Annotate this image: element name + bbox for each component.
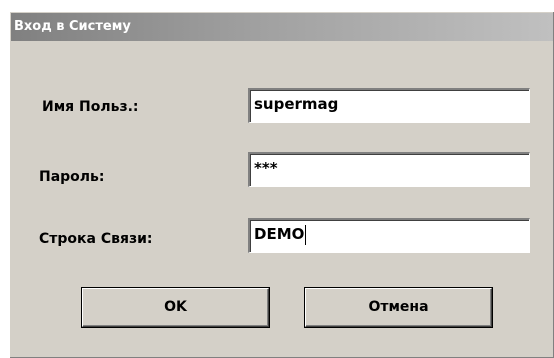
connection-string-value: DEMO — [254, 225, 305, 243]
dialog-title: Вход в Систему — [11, 13, 553, 41]
password-field[interactable]: *** — [248, 152, 530, 187]
cancel-button[interactable]: Отмена — [305, 288, 492, 327]
text-caret — [305, 224, 307, 245]
connection-string-field[interactable]: DEMO — [248, 218, 530, 253]
connection-string-label: Строка Связи: — [39, 231, 153, 247]
password-label: Пароль: — [39, 169, 105, 185]
username-label: Имя Польз.: — [42, 99, 139, 115]
username-field[interactable]: supermag — [248, 88, 530, 123]
ok-button[interactable]: OK — [82, 288, 269, 327]
login-dialog: Вход в Систему Имя Польз.: supermag Паро… — [9, 11, 554, 358]
